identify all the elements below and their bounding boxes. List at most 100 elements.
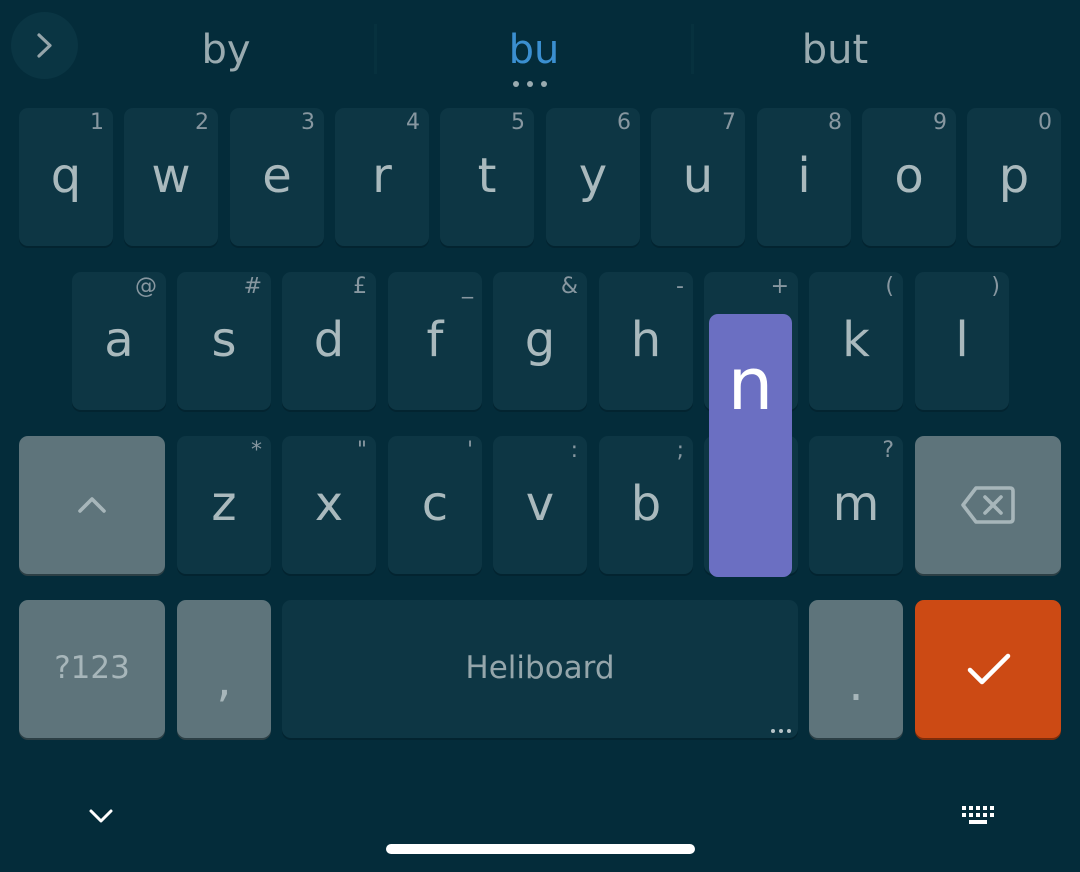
key-hint: 3 (301, 110, 315, 135)
chevron-right-icon (37, 33, 52, 58)
key-hint: # (243, 274, 262, 299)
comma-key-label: , (216, 652, 232, 708)
key-hint: 2 (195, 110, 209, 135)
suggestion-right[interactable]: but (694, 22, 976, 78)
key-p[interactable]: 0 p (967, 108, 1061, 246)
enter-key[interactable] (915, 600, 1061, 738)
key-hint: * (251, 438, 262, 463)
key-s[interactable]: # s (177, 272, 271, 410)
key-hint: + (770, 274, 789, 299)
key-label: k (842, 312, 870, 368)
key-hint: ( (885, 274, 894, 299)
key-k[interactable]: ( k (809, 272, 903, 410)
key-label: d (313, 312, 345, 368)
key-hint: 5 (511, 110, 525, 135)
key-q[interactable]: 1 q (19, 108, 113, 246)
key-hint: : (570, 438, 578, 463)
key-z[interactable]: * z (177, 436, 271, 574)
key-o[interactable]: 9 o (862, 108, 956, 246)
key-c[interactable]: ' c (388, 436, 482, 574)
key-hint: 7 (722, 110, 736, 135)
period-key-label: . (848, 656, 864, 712)
keyboard: by bu but 1 q 2 w 3 e 4 r 5 t 6 y 7 u 8 … (0, 0, 1080, 872)
key-m[interactable]: ? m (809, 436, 903, 574)
key-label: s (211, 312, 237, 368)
backspace-key[interactable] (915, 436, 1061, 574)
key-hint: & (560, 274, 578, 299)
key-hint: ) (991, 274, 1000, 299)
key-label: q (50, 148, 82, 204)
backspace-icon (961, 486, 1015, 524)
expand-toolbar-button[interactable] (11, 12, 78, 79)
key-label: e (262, 148, 292, 204)
comma-key[interactable]: , (177, 600, 271, 738)
key-label: o (894, 148, 924, 204)
key-t[interactable]: 5 t (440, 108, 534, 246)
suggestion-center[interactable]: bu (377, 22, 691, 78)
key-label: g (524, 312, 556, 368)
more-dots-icon (771, 729, 791, 734)
key-g[interactable]: & g (493, 272, 587, 410)
symbols-key-label: ?123 (54, 650, 130, 686)
key-hint: " (356, 438, 367, 463)
key-preview-letter: n (727, 342, 774, 426)
key-hint: @ (135, 274, 157, 299)
key-label: m (832, 476, 880, 532)
key-label: i (797, 148, 811, 204)
key-hint: ; (676, 438, 684, 463)
key-hint: _ (462, 274, 473, 299)
key-preview-popup: n (709, 314, 792, 577)
key-i[interactable]: 8 i (757, 108, 851, 246)
key-a[interactable]: @ a (72, 272, 166, 410)
checkmark-icon (967, 653, 1011, 685)
key-r[interactable]: 4 r (335, 108, 429, 246)
key-label: x (314, 476, 344, 532)
period-key[interactable]: . (809, 600, 903, 738)
key-label: h (630, 312, 662, 368)
key-label: v (525, 476, 555, 532)
shift-key[interactable] (19, 436, 165, 574)
key-hint: 0 (1038, 110, 1052, 135)
key-label: t (477, 148, 497, 204)
shift-icon (78, 497, 106, 513)
key-hint: ' (466, 438, 473, 463)
key-x[interactable]: " x (282, 436, 376, 574)
home-indicator[interactable] (386, 844, 695, 854)
suggestion-left[interactable]: by (78, 22, 374, 78)
keyboard-icon[interactable] (960, 804, 998, 828)
key-label: b (630, 476, 662, 532)
key-hint: £ (353, 274, 367, 299)
key-h[interactable]: - h (599, 272, 693, 410)
key-label: w (151, 148, 191, 204)
key-hint: 4 (406, 110, 420, 135)
key-e[interactable]: 3 e (230, 108, 324, 246)
key-v[interactable]: : v (493, 436, 587, 574)
key-label: u (682, 148, 714, 204)
key-u[interactable]: 7 u (651, 108, 745, 246)
key-label: y (578, 148, 608, 204)
key-w[interactable]: 2 w (124, 108, 218, 246)
key-label: f (426, 312, 444, 368)
key-y[interactable]: 6 y (546, 108, 640, 246)
key-label: r (372, 148, 392, 204)
key-label: c (421, 476, 449, 532)
key-label: z (211, 476, 237, 532)
key-f[interactable]: _ f (388, 272, 482, 410)
key-l[interactable]: ) l (915, 272, 1009, 410)
key-hint: 6 (617, 110, 631, 135)
key-hint: - (676, 274, 684, 299)
more-dots-icon[interactable] (512, 81, 548, 91)
space-bar-label: Heliboard (465, 650, 615, 686)
key-d[interactable]: £ d (282, 272, 376, 410)
key-hint: 1 (90, 110, 104, 135)
key-label: p (998, 148, 1030, 204)
key-hint: 8 (828, 110, 842, 135)
key-label: l (955, 312, 969, 368)
key-hint: 9 (933, 110, 947, 135)
chevron-down-icon[interactable] (88, 806, 114, 826)
key-label: a (104, 312, 134, 368)
key-b[interactable]: ; b (599, 436, 693, 574)
space-bar[interactable]: Heliboard (282, 600, 798, 738)
key-hint: ? (882, 438, 894, 463)
symbols-key[interactable]: ?123 (19, 600, 165, 738)
